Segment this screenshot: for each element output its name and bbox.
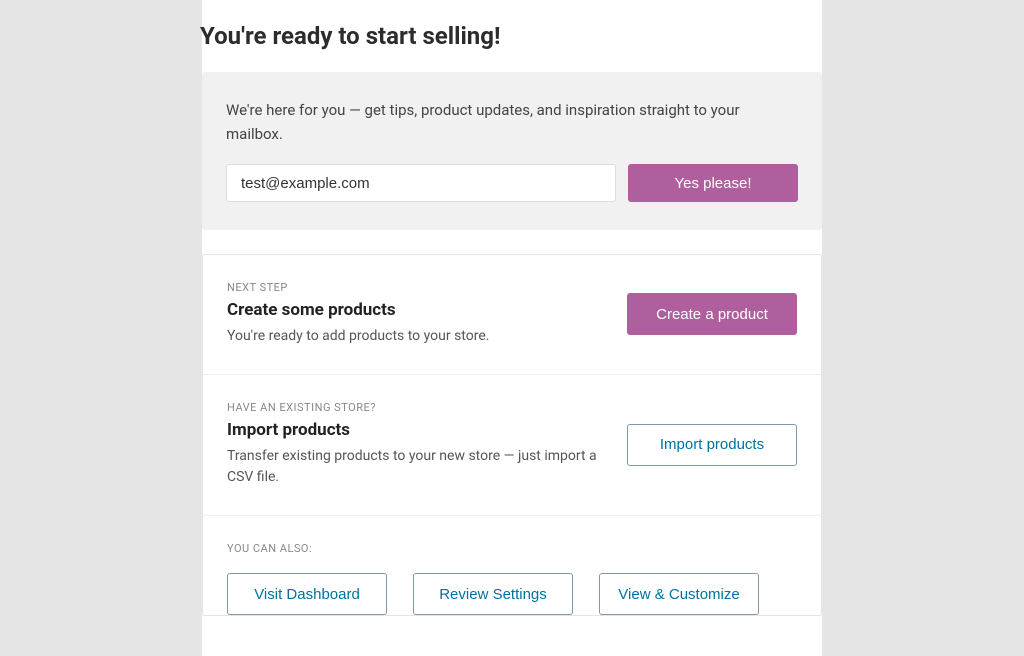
also-section: YOU CAN ALSO: Visit Dashboard Review Set…: [203, 516, 821, 615]
email-input[interactable]: [226, 164, 616, 202]
also-buttons-row: Visit Dashboard Review Settings View & C…: [227, 573, 797, 615]
import-products-title: Import products: [227, 420, 603, 440]
create-products-title: Create some products: [227, 300, 603, 320]
review-settings-button[interactable]: Review Settings: [413, 573, 573, 615]
import-products-desc: Transfer existing products to your new s…: [227, 446, 603, 489]
subscribe-description: We're here for you — get tips, product u…: [226, 98, 798, 146]
import-eyebrow: HAVE AN EXISTING STORE?: [227, 401, 603, 414]
visit-dashboard-button[interactable]: Visit Dashboard: [227, 573, 387, 615]
import-products-section: HAVE AN EXISTING STORE? Import products …: [203, 375, 821, 516]
subscribe-row: Yes please!: [226, 164, 798, 202]
import-products-text: HAVE AN EXISTING STORE? Import products …: [227, 401, 603, 489]
page-title: You're ready to start selling!: [200, 0, 822, 72]
subscribe-box: We're here for you — get tips, product u…: [202, 72, 822, 230]
subscribe-button[interactable]: Yes please!: [628, 164, 798, 202]
also-eyebrow: YOU CAN ALSO:: [227, 542, 797, 555]
import-products-button[interactable]: Import products: [627, 424, 797, 466]
next-step-eyebrow: NEXT STEP: [227, 281, 603, 294]
setup-wizard: You're ready to start selling! We're her…: [202, 0, 822, 656]
create-products-text: NEXT STEP Create some products You're re…: [227, 281, 603, 348]
create-product-button[interactable]: Create a product: [627, 293, 797, 335]
create-products-section: NEXT STEP Create some products You're re…: [203, 255, 821, 375]
view-customize-button[interactable]: View & Customize: [599, 573, 759, 615]
create-products-desc: You're ready to add products to your sto…: [227, 326, 603, 348]
next-steps-card: NEXT STEP Create some products You're re…: [202, 254, 822, 616]
